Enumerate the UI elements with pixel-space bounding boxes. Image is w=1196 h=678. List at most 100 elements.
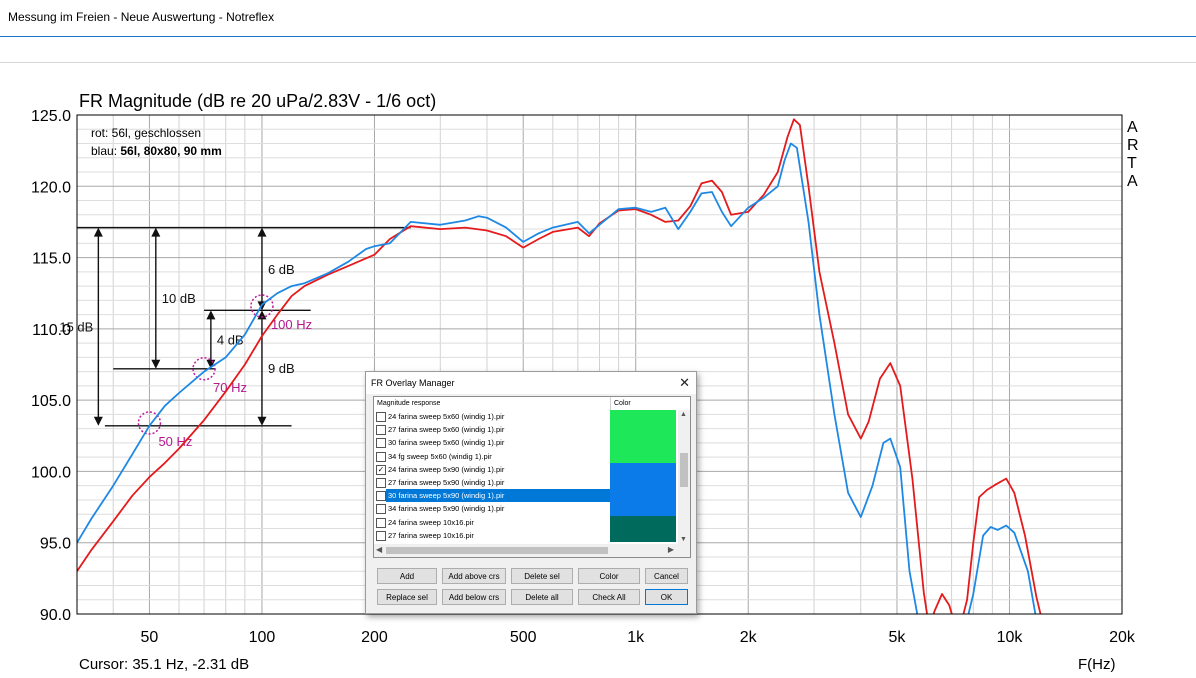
- x-tick-label: 10k: [997, 629, 1024, 646]
- fr-overlay-manager-dialog[interactable]: FR Overlay Manager ✕ Magnitude response …: [365, 371, 697, 614]
- list-item[interactable]: 27 farina sweep 5x90 (windig 1).pir: [374, 475, 682, 490]
- horizontal-scrollbar[interactable]: ◀ ▶: [374, 544, 690, 557]
- x-tick-label: 500: [510, 629, 537, 646]
- window-titlebar: Messung im Freien - Neue Auswertung - No…: [0, 0, 1196, 37]
- scroll-down-icon[interactable]: ▼: [680, 536, 687, 543]
- x-tick-label: 2k: [740, 629, 758, 646]
- add-button[interactable]: Add: [377, 568, 437, 584]
- row-checkbox[interactable]: [376, 491, 386, 502]
- brand-letter: A: [1127, 173, 1138, 190]
- add-above-crs-button[interactable]: Add above crs: [442, 568, 506, 584]
- replace-sel-button[interactable]: Replace sel: [377, 589, 437, 605]
- color-swatch[interactable]: [610, 462, 676, 476]
- dimension-label: 10 dB: [162, 291, 196, 306]
- color-swatch[interactable]: [610, 515, 676, 529]
- row-checkbox[interactable]: [376, 504, 386, 515]
- chart-title: FR Magnitude (dB re 20 uPa/2.83V - 1/6 o…: [79, 91, 436, 111]
- color-swatch[interactable]: [610, 475, 676, 490]
- list-rows: 24 farina sweep 5x60 (windig 1).pir 27 fa…: [374, 410, 682, 542]
- row-checkbox[interactable]: [376, 438, 386, 449]
- arrow-head: [93, 416, 103, 426]
- y-tick-label: 125.0: [31, 108, 71, 125]
- color-swatch[interactable]: [610, 528, 676, 542]
- overlay-list[interactable]: Magnitude response Color 24 farina sweep…: [373, 396, 691, 558]
- list-item[interactable]: 34 fg sweep 5x60 (windig 1).pir: [374, 449, 682, 463]
- row-label: 24 farina sweep 5x60 (windig 1).pir: [388, 412, 505, 421]
- ok-button[interactable]: OK: [645, 589, 688, 605]
- row-checkbox[interactable]: [376, 477, 386, 488]
- x-tick-label: 200: [361, 629, 388, 646]
- row-label: 30 farina sweep 5x60 (windig 1).pir: [388, 438, 505, 448]
- row-checkbox[interactable]: [376, 425, 386, 436]
- row-checkbox[interactable]: [376, 517, 386, 528]
- row-checkbox[interactable]: [376, 412, 386, 422]
- color-swatch[interactable]: [610, 410, 676, 424]
- list-header: Magnitude response Color: [374, 397, 690, 410]
- list-item[interactable]: 24 farina sweep 10x16.pir: [374, 515, 682, 529]
- scroll-left-icon[interactable]: ◀: [376, 545, 382, 554]
- dialog-title: FR Overlay Manager: [371, 378, 455, 388]
- dimension-label: 9 dB: [268, 361, 295, 376]
- window-title: Messung im Freien - Neue Auswertung - No…: [8, 10, 275, 24]
- y-tick-label: 90.0: [40, 607, 71, 624]
- x-tick-label: 5k: [889, 629, 907, 646]
- list-item[interactable]: 30 farina sweep 5x90 (windig 1).pir: [374, 489, 682, 503]
- legend-line-red: rot: 56l, geschlossen: [91, 126, 201, 140]
- y-tick-label: 100.0: [31, 464, 71, 481]
- color-swatch[interactable]: [610, 436, 676, 450]
- color-swatch[interactable]: [610, 449, 676, 463]
- scroll-up-icon[interactable]: ▲: [680, 411, 687, 418]
- delete-sel-button[interactable]: Delete sel: [511, 568, 573, 584]
- x-axis-label: F(Hz): [1078, 656, 1116, 673]
- arrow-head: [257, 416, 267, 426]
- x-tick-label: 1k: [627, 629, 645, 646]
- cancel-button[interactable]: Cancel: [645, 568, 688, 584]
- y-tick-label: 105.0: [31, 393, 71, 410]
- column-header-response: Magnitude response: [377, 400, 441, 407]
- list-item[interactable]: 30 farina sweep 5x60 (windig 1).pir: [374, 436, 682, 450]
- color-button[interactable]: Color: [578, 568, 640, 584]
- check-all-button[interactable]: Check All: [578, 589, 640, 605]
- brand-letter: T: [1127, 155, 1137, 172]
- row-label: 27 farina sweep 10x16.pir: [388, 530, 474, 540]
- row-checkbox[interactable]: [376, 530, 386, 541]
- color-swatch[interactable]: [610, 502, 676, 516]
- x-tick-label: 50: [141, 629, 159, 646]
- frequency-marker-label: 50 Hz: [158, 434, 192, 449]
- row-label: 27 farina sweep 5x60 (windig 1).pir: [388, 425, 505, 435]
- color-swatch[interactable]: [610, 489, 676, 503]
- list-item[interactable]: 24 farina sweep 5x60 (windig 1).pir: [374, 410, 682, 424]
- row-label: 24 farina sweep 5x90 (windig 1).pir: [388, 464, 505, 474]
- dimension-label: 6 dB: [268, 262, 295, 277]
- add-below-crs-button[interactable]: Add below crs: [442, 589, 506, 605]
- brand-letter: A: [1127, 119, 1138, 136]
- x-tick-label: 100: [249, 629, 276, 646]
- brand-letter: R: [1127, 137, 1139, 154]
- legend-line-blue: blau: 56l, 80x80, 90 mm: [91, 144, 222, 158]
- y-tick-label: 110.0: [32, 322, 71, 339]
- row-label: 24 farina sweep 10x16.pir: [388, 517, 474, 527]
- row-label: 34 farina sweep 5x90 (windig 1).pir: [388, 504, 505, 514]
- legend-line-blue-bold: 56l, 80x80, 90 mm: [120, 144, 221, 158]
- vertical-scrollbar[interactable]: ▲ ▼: [678, 410, 690, 544]
- close-icon[interactable]: ✕: [679, 375, 690, 391]
- dialog-titlebar[interactable]: FR Overlay Manager ✕: [366, 372, 696, 394]
- row-checkbox[interactable]: ✓: [376, 464, 386, 475]
- scroll-thumb-horizontal[interactable]: [386, 547, 608, 554]
- row-label: 34 fg sweep 5x60 (windig 1).pir: [388, 451, 492, 461]
- annotation-layer: 15 dB10 dB4 dB6 dB9 dB50 Hz70 Hz100 Hz: [59, 226, 411, 449]
- frequency-marker-label: 100 Hz: [271, 317, 312, 332]
- column-separator: [610, 397, 611, 410]
- scroll-thumb[interactable]: [680, 453, 688, 487]
- legend-line-blue-prefix: blau:: [91, 144, 120, 158]
- scroll-right-icon[interactable]: ▶: [668, 545, 674, 554]
- arrow-head: [151, 359, 161, 369]
- list-item[interactable]: 27 farina sweep 5x60 (windig 1).pir: [374, 423, 682, 437]
- list-item[interactable]: 27 farina sweep 10x16.pir: [374, 528, 682, 542]
- delete-all-button[interactable]: Delete all: [511, 589, 573, 605]
- row-label: 27 farina sweep 5x90 (windig 1).pir: [388, 477, 505, 487]
- color-swatch[interactable]: [610, 423, 676, 437]
- row-checkbox[interactable]: [376, 451, 386, 462]
- list-item[interactable]: 34 farina sweep 5x90 (windig 1).pir: [374, 502, 682, 516]
- list-item[interactable]: ✓ 24 farina sweep 5x90 (windig 1).pir: [374, 462, 682, 476]
